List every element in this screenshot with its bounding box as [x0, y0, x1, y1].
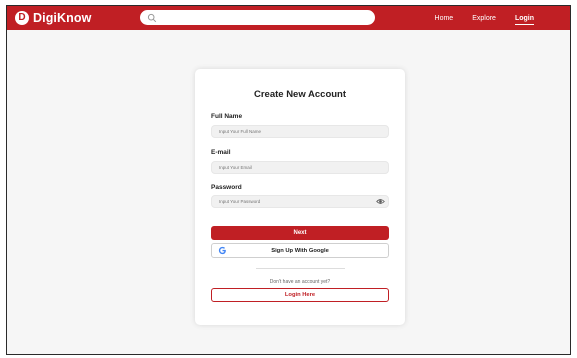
nav-home[interactable]: Home	[435, 15, 454, 22]
nav-links: Home Explore Login	[416, 6, 535, 30]
google-signup-button[interactable]: Sign Up With Google	[211, 243, 389, 258]
full-name-label: Full Name	[211, 113, 243, 120]
brand-logo: D	[15, 11, 29, 25]
next-button[interactable]: Next	[211, 226, 389, 240]
login-here-button[interactable]: Login Here	[211, 288, 389, 302]
nav-explore[interactable]: Explore	[472, 15, 496, 22]
navbar: D DigiKnow Home Explore Login	[7, 6, 570, 30]
divider	[256, 268, 345, 269]
email-label: E-mail	[211, 149, 231, 156]
full-name-field[interactable]	[211, 125, 389, 138]
password-label: Password	[211, 184, 242, 191]
nav-login[interactable]: Login	[514, 15, 535, 25]
app-window: D DigiKnow Home Explore Login Create New…	[6, 5, 571, 355]
email-field[interactable]	[211, 161, 389, 174]
google-signup-label: Sign Up With Google	[271, 247, 329, 254]
search-icon	[147, 13, 157, 23]
brand-name: DigiKnow	[33, 11, 92, 25]
google-icon	[218, 246, 227, 255]
brand-logo-letter: D	[18, 12, 26, 23]
brand[interactable]: D DigiKnow	[15, 11, 91, 25]
signup-card: Create New Account Full Name E-mail Pass…	[195, 69, 405, 325]
password-field[interactable]	[211, 195, 389, 208]
page-title: Create New Account	[253, 89, 347, 100]
search-input[interactable]	[161, 13, 365, 22]
search-bar[interactable]	[140, 10, 375, 25]
eye-icon[interactable]	[376, 197, 385, 206]
no-account-text: Don't have an account yet?	[269, 279, 331, 285]
